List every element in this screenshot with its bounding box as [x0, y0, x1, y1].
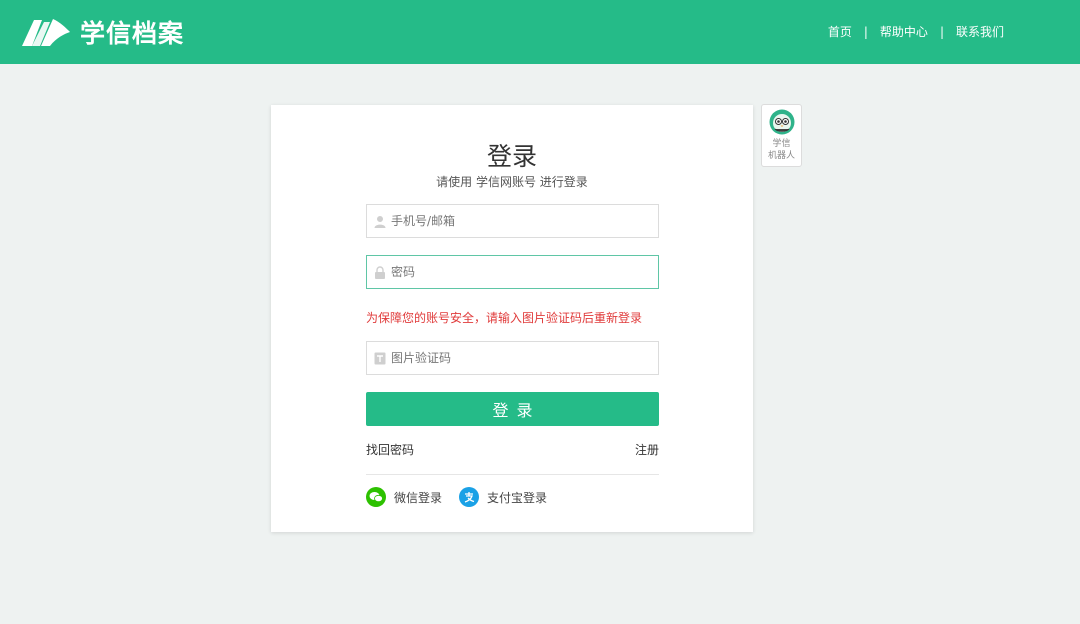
logo[interactable]: 学信档案	[20, 14, 184, 50]
nav-home-link[interactable]: 首页	[828, 23, 852, 40]
login-button[interactable]: 登录	[366, 392, 659, 426]
top-nav: 首页 | 帮助中心 | 联系我们	[828, 23, 1004, 40]
wechat-icon	[366, 487, 386, 507]
logo-text: 学信档案	[80, 14, 184, 50]
captcha-warning: 为保障您的账号安全，请输入图片验证码后重新登录	[366, 309, 642, 326]
phone-email-input[interactable]	[391, 206, 641, 236]
alipay-login[interactable]: 支付宝登录	[459, 487, 547, 507]
captcha-field[interactable]	[366, 341, 659, 375]
divider	[366, 474, 659, 475]
book-logo-icon	[20, 16, 72, 48]
robot-avatar-icon	[769, 109, 795, 135]
login-subtitle: 请使用 学信网账号 进行登录	[271, 173, 753, 190]
login-card: 登录 请使用 学信网账号 进行登录 为保障您的账号安全，请输入图片验证码后重新登…	[271, 105, 753, 532]
captcha-icon	[374, 352, 386, 365]
top-header: 学信档案 首页 | 帮助中心 | 联系我们	[0, 0, 1080, 64]
nav-separator: |	[864, 25, 868, 39]
phone-email-field[interactable]	[366, 204, 659, 238]
login-title: 登录	[271, 137, 753, 173]
alipay-icon	[459, 487, 479, 507]
lock-icon	[374, 266, 386, 279]
wechat-login-label: 微信登录	[394, 489, 442, 506]
robot-label-line2: 机器人	[762, 150, 801, 162]
alipay-login-label: 支付宝登录	[487, 489, 547, 506]
password-input[interactable]	[391, 257, 641, 287]
robot-label-line1: 学信	[762, 138, 801, 150]
nav-separator: |	[940, 25, 944, 39]
register-link[interactable]: 注册	[635, 441, 659, 458]
xuexin-robot-widget[interactable]: 学信 机器人	[761, 104, 802, 167]
captcha-input[interactable]	[391, 343, 641, 373]
wechat-login[interactable]: 微信登录	[366, 487, 442, 507]
nav-help-link[interactable]: 帮助中心	[880, 23, 928, 40]
forgot-password-link[interactable]: 找回密码	[366, 441, 414, 458]
user-icon	[374, 215, 386, 228]
password-field[interactable]	[366, 255, 659, 289]
nav-contact-link[interactable]: 联系我们	[956, 23, 1004, 40]
